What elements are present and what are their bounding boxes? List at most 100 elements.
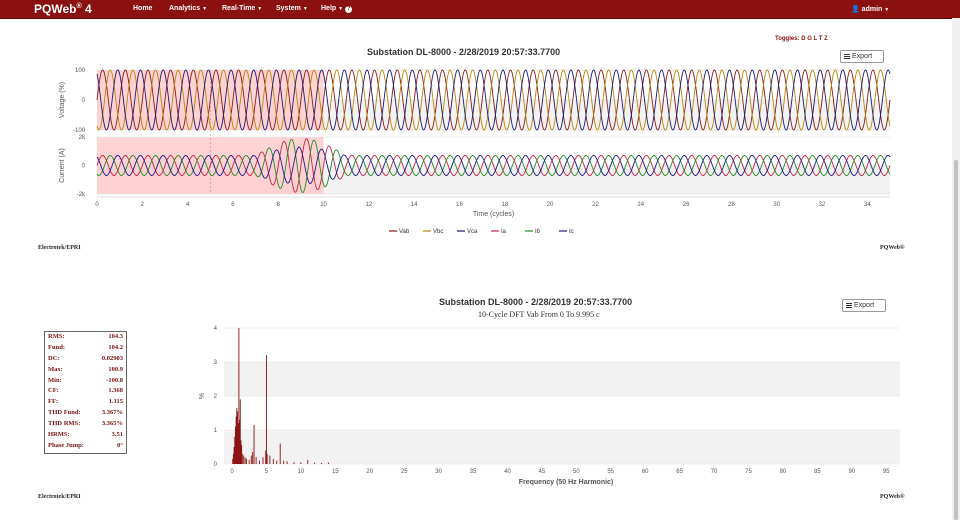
current-tick-label: 2k bbox=[79, 135, 86, 141]
stat-label: Min: bbox=[48, 376, 62, 384]
spectrum-x-tick-label: 65 bbox=[676, 469, 683, 475]
current-tick-label: 0 bbox=[82, 164, 86, 170]
x-tick-label: 12 bbox=[366, 202, 373, 208]
spectrum-subtitle: 10-Cycle DFT Vab From 0 To 9.995 c bbox=[478, 310, 600, 319]
spectrum-x-tick-label: 15 bbox=[332, 469, 339, 475]
voltage-axis-title: Voltage (%) bbox=[59, 82, 66, 118]
stat-label: RMS: bbox=[48, 333, 65, 340]
stat-value: 1.115 bbox=[108, 398, 123, 406]
spectrum-y-tick-label: 3 bbox=[214, 360, 218, 366]
spectrum-export-button[interactable]: Export bbox=[842, 299, 886, 312]
legend-item-ib[interactable]: Ib bbox=[525, 229, 541, 235]
stat-row: CF: 1.368 bbox=[45, 386, 126, 397]
spectrum-x-tick-label: 45 bbox=[539, 469, 546, 475]
current-tick-label: -2k bbox=[77, 192, 86, 198]
stat-label: CF: bbox=[48, 387, 59, 395]
stat-value: -100.8 bbox=[106, 376, 123, 384]
spectrum-x-tick-label: 95 bbox=[883, 469, 890, 475]
stat-row: THD RMS: 3.365% bbox=[45, 419, 126, 430]
stat-label: FF: bbox=[48, 398, 59, 406]
spectrum-footer-left: Electrotek/EPRI bbox=[38, 494, 81, 500]
x-tick-label: 24 bbox=[637, 202, 644, 208]
spectrum-title: Substation DL-8000 - 2/28/2019 20:57:33.… bbox=[439, 297, 633, 307]
x-tick-label: 6 bbox=[231, 202, 235, 208]
spectrum-footer-right: PQWeb® bbox=[880, 494, 905, 500]
legend-label: Ia bbox=[501, 229, 507, 235]
spectrum-band bbox=[224, 362, 900, 396]
spectrum-x-axis-title: Frequency (50 Hz Harmonic) bbox=[519, 479, 614, 486]
voltage-tick-label: 0 bbox=[82, 98, 86, 104]
spectrum-x-tick-label: 60 bbox=[642, 469, 649, 475]
spectrum-y-tick-label: 4 bbox=[214, 326, 218, 332]
stat-row: HRMS: 3.51 bbox=[45, 430, 126, 441]
legend-label: Vab bbox=[399, 229, 410, 235]
spectrum-x-tick-label: 75 bbox=[745, 469, 752, 475]
stat-label: THD Fund: bbox=[48, 409, 81, 417]
x-tick-label: 34 bbox=[864, 202, 871, 208]
spectrum-y-tick-label: 1 bbox=[214, 428, 218, 434]
stat-label: DC: bbox=[48, 354, 60, 362]
waveform-footer-right: PQWeb® bbox=[880, 245, 905, 251]
stat-label: Max: bbox=[48, 365, 63, 373]
stat-row: Phase Jump: 0° bbox=[45, 441, 126, 452]
spectrum-x-tick-label: 30 bbox=[435, 469, 442, 475]
stat-label: Phase Jump: bbox=[48, 441, 84, 449]
stat-row: FF: 1.115 bbox=[45, 397, 126, 408]
x-tick-label: 10 bbox=[320, 202, 327, 208]
stat-label: THD RMS: bbox=[48, 420, 81, 428]
legend-item-ia[interactable]: Ia bbox=[491, 229, 507, 235]
spectrum-x-tick-label: 35 bbox=[470, 469, 477, 475]
stat-value: 0° bbox=[117, 441, 123, 449]
spectrum-y-tick-label: 2 bbox=[214, 394, 218, 400]
legend-item-vca[interactable]: Vca bbox=[457, 229, 478, 235]
stat-value: 104.2 bbox=[108, 343, 123, 351]
x-tick-label: 20 bbox=[547, 202, 554, 208]
time-axis-title: Time (cycles) bbox=[473, 211, 514, 218]
x-tick-label: 30 bbox=[773, 202, 780, 208]
spectrum-x-tick-label: 55 bbox=[607, 469, 614, 475]
x-tick-label: 14 bbox=[411, 202, 418, 208]
stat-row: THD Fund: 3.367% bbox=[45, 408, 126, 419]
statistics-panel: RMS: 104.3 Fund: 104.2 DC: 0.02903 Max: 100.9 Mi… bbox=[44, 331, 127, 454]
spectrum-x-tick-label: 85 bbox=[814, 469, 821, 475]
current-axis-title: Current (A) bbox=[59, 148, 66, 183]
stat-value: 3.365% bbox=[101, 420, 123, 428]
x-tick-label: 32 bbox=[819, 202, 826, 208]
stat-row: Fund: 104.2 bbox=[45, 343, 126, 354]
stat-row: Min: -100.8 bbox=[45, 376, 126, 387]
spectrum-x-tick-label: 90 bbox=[848, 469, 855, 475]
spectrum-y-tick-label: 0 bbox=[214, 462, 218, 468]
x-tick-label: 26 bbox=[683, 202, 690, 208]
stat-value: 100.9 bbox=[108, 365, 123, 373]
x-tick-label: 2 bbox=[141, 202, 145, 208]
spectrum-x-tick-label: 10 bbox=[298, 469, 305, 475]
menu-icon bbox=[846, 302, 852, 309]
legend-label: Ic bbox=[569, 229, 574, 235]
spectrum-y-axis-title: % bbox=[199, 393, 206, 399]
stat-value: 3.51 bbox=[111, 431, 123, 439]
stat-row: RMS: 104.3 bbox=[45, 332, 126, 343]
spectrum-band bbox=[224, 430, 900, 464]
x-tick-label: 0 bbox=[95, 202, 99, 208]
stat-value: 1.368 bbox=[108, 387, 123, 395]
stat-label: HRMS: bbox=[48, 431, 70, 439]
x-tick-label: 8 bbox=[277, 202, 281, 208]
legend-item-vbc[interactable]: Vbc bbox=[423, 229, 443, 235]
legend-label: Ib bbox=[535, 229, 541, 235]
legend-label: Vbc bbox=[433, 229, 443, 235]
voltage-tick-label: 100 bbox=[75, 68, 86, 74]
spectrum-x-tick-label: 80 bbox=[780, 469, 787, 475]
stat-value: 0.02903 bbox=[101, 354, 123, 362]
legend-item-ic[interactable]: Ic bbox=[559, 229, 574, 235]
spectrum-x-tick-label: 20 bbox=[366, 469, 373, 475]
x-tick-label: 22 bbox=[592, 202, 599, 208]
spectrum-x-tick-label: 70 bbox=[711, 469, 718, 475]
waveform-footer-left: Electrotek/EPRI bbox=[38, 245, 81, 251]
legend-item-vab[interactable]: Vab bbox=[389, 229, 410, 235]
legend-label: Vca bbox=[467, 229, 478, 235]
stat-value: 104.3 bbox=[108, 333, 123, 340]
x-tick-label: 4 bbox=[186, 202, 190, 208]
spectrum-x-tick-label: 25 bbox=[401, 469, 408, 475]
spectrum-x-tick-label: 0 bbox=[230, 469, 234, 475]
stat-row: DC: 0.02903 bbox=[45, 354, 126, 365]
